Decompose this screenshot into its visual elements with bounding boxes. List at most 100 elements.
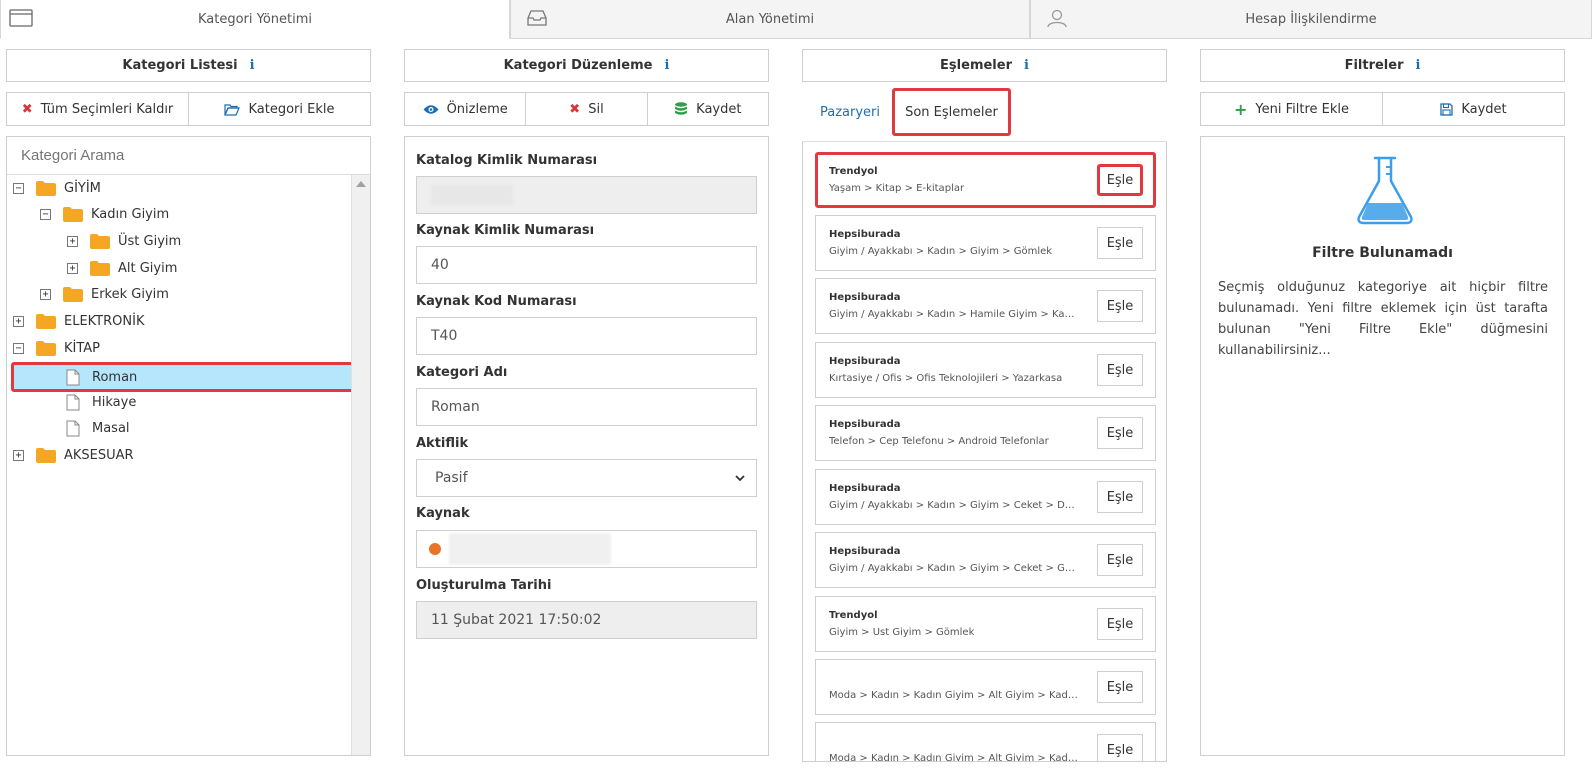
add-filter-button[interactable]: + Yeni Filtre Ekle	[1201, 93, 1383, 125]
tab-account-linking[interactable]: Hesap İlişkilendirme	[1030, 0, 1592, 39]
panel-title: Filtreler	[1344, 58, 1404, 73]
save-filters-label: Kaydet	[1461, 101, 1507, 117]
source-id-label: Kaynak Kimlik Numarası	[416, 223, 595, 238]
delete-label: Sil	[588, 101, 604, 117]
expand-icon[interactable]: +	[13, 449, 24, 461]
match-card: Hepsiburada Giyim / Ayakkabı > Kadın > G…	[815, 469, 1156, 525]
folder-icon	[63, 206, 83, 222]
match-button[interactable]: Eşle	[1097, 290, 1143, 322]
save-filters-button[interactable]: Kaydet	[1383, 93, 1564, 125]
match-path: Telefon > Cep Telefonu > Android Telefon…	[829, 436, 1049, 447]
folder-icon	[90, 233, 110, 249]
database-icon	[674, 101, 688, 117]
tab-category-management[interactable]: Kategori Yönetimi	[0, 0, 510, 39]
match-button[interactable]: Eşle	[1097, 481, 1143, 513]
match-button[interactable]: Eşle	[1097, 417, 1143, 449]
match-path: Moda > Kadın > Kadın Giyim > Alt Giyim >…	[829, 690, 1079, 701]
user-icon	[1045, 8, 1069, 28]
selected-highlight	[11, 362, 357, 392]
collapse-icon[interactable]: −	[13, 342, 24, 354]
tree-node-masal[interactable]: Masal	[66, 415, 130, 441]
save-button[interactable]: Kaydet	[648, 93, 768, 125]
info-icon[interactable]: i	[664, 58, 669, 73]
match-button[interactable]: Eşle	[1097, 734, 1143, 761]
match-path: Giyim / Ayakkabı > Kadın > Hamile Giyim …	[829, 309, 1079, 320]
plus-icon: +	[1234, 99, 1248, 119]
tab-label: Kategori Yönetimi	[197, 11, 313, 27]
match-source: Hepsiburada	[829, 292, 901, 303]
info-icon[interactable]: i	[250, 58, 255, 73]
tree-scrollbar[interactable]	[351, 175, 370, 755]
tree-node-aksesuar[interactable]: + AKSESUAR	[13, 442, 134, 468]
category-edit-form: Katalog Kimlik Numarası Kaynak Kimlik Nu…	[404, 136, 769, 756]
delete-button[interactable]: ✖ Sil	[526, 93, 648, 125]
match-source: Hepsiburada	[829, 419, 901, 430]
expand-icon[interactable]: +	[13, 315, 24, 327]
active-select-value: Pasif	[435, 470, 468, 486]
match-button[interactable]: Eşle	[1097, 227, 1143, 259]
match-source: Trendyol	[829, 166, 878, 177]
match-path: Kırtasiye / Ofis > Ofis Teknolojileri > …	[829, 373, 1063, 384]
tree-node-label: AKSESUAR	[64, 447, 134, 463]
tree-node-label: ELEKTRONİK	[64, 313, 145, 329]
tab-field-management[interactable]: Alan Yönetimi	[510, 0, 1030, 39]
tree-node-label: Roman	[92, 369, 138, 385]
tree-node-label: Kadın Giyim	[91, 206, 170, 222]
tree-node-label: Üst Giyim	[118, 233, 182, 249]
match-source: Hepsiburada	[829, 356, 901, 367]
tab-marketplace[interactable]: Pazaryeri	[820, 88, 880, 136]
preview-button[interactable]: Önizleme	[405, 93, 527, 125]
expand-icon[interactable]: +	[40, 288, 51, 300]
category-search-input[interactable]	[7, 137, 370, 175]
collapse-icon[interactable]: −	[13, 182, 24, 194]
scroll-up-icon[interactable]	[356, 181, 366, 187]
window-icon	[9, 8, 33, 28]
category-tree-box: − GİYİM − Kadın Giyim + Üst Giyim + Alt …	[6, 136, 371, 756]
match-button[interactable]: Eşle	[1097, 671, 1143, 703]
match-button[interactable]: Eşle	[1097, 608, 1143, 640]
category-name-field[interactable]: Roman	[416, 388, 757, 426]
tree-node-kitap[interactable]: − KİTAP	[13, 335, 100, 361]
tab-recent-matches[interactable]: Son Eşlemeler	[892, 88, 1011, 136]
info-icon[interactable]: i	[1415, 58, 1420, 73]
match-path: Yaşam > Kitap > E-kitaplar	[829, 183, 965, 194]
expand-icon[interactable]: +	[67, 262, 78, 274]
created-date-label: Oluşturulma Tarihi	[416, 578, 552, 593]
tree-node-ust-giyim[interactable]: + Üst Giyim	[67, 228, 181, 254]
filters-toolbar: + Yeni Filtre Ekle Kaydet	[1200, 92, 1565, 126]
tab-label: Hesap İlişkilendirme	[1245, 11, 1377, 27]
match-source: Trendyol	[829, 610, 878, 621]
chevron-down-icon	[735, 475, 745, 482]
tree-node-alt-giyim[interactable]: + Alt Giyim	[67, 255, 177, 281]
expand-icon[interactable]: +	[67, 235, 78, 247]
match-source: Hepsiburada	[829, 483, 901, 494]
tree-node-hikaye[interactable]: Hikaye	[66, 389, 136, 415]
tree-node-erkek-giyim[interactable]: + Erkek Giyim	[40, 281, 169, 307]
info-icon[interactable]: i	[1024, 58, 1029, 73]
clear-selections-button[interactable]: ✖ Tüm Seçimleri Kaldır	[7, 93, 189, 125]
tree-node-kadin-giyim[interactable]: − Kadın Giyim	[40, 201, 169, 227]
folder-open-icon	[224, 103, 241, 116]
category-edit-panel: Kategori Düzenleme i Önizleme ✖ Sil Kayd…	[404, 49, 769, 756]
category-name-label: Kategori Adı	[416, 365, 508, 380]
top-tabs: Kategori Yönetimi Alan Yönetimi Hesap İl…	[0, 0, 1592, 39]
collapse-icon[interactable]: −	[40, 208, 51, 220]
close-icon: ✖	[21, 101, 33, 117]
source-code-field[interactable]: T40	[416, 317, 757, 355]
match-button[interactable]: Eşle	[1097, 544, 1143, 576]
active-select[interactable]: Pasif	[416, 459, 757, 497]
match-source: Hepsiburada	[829, 229, 901, 240]
filters-header: Filtreler i	[1200, 49, 1565, 82]
source-id-field[interactable]: 40	[416, 246, 757, 284]
source-field[interactable]	[416, 530, 757, 568]
redacted-value	[449, 533, 611, 565]
match-button[interactable]: Eşle	[1097, 164, 1143, 196]
match-button[interactable]: Eşle	[1097, 354, 1143, 386]
tree-node-roman[interactable]: Roman	[66, 364, 137, 390]
matches-list: Trendyol Yaşam > Kitap > E-kitaplar Eşle…	[802, 142, 1167, 762]
panel-title: Eşlemeler	[940, 58, 1012, 73]
add-category-button[interactable]: Kategori Ekle	[189, 93, 370, 125]
tree-node-giyim[interactable]: − GİYİM	[13, 175, 101, 201]
category-list-panel: Kategori Listesi i ✖ Tüm Seçimleri Kaldı…	[6, 49, 371, 756]
tree-node-elektronik[interactable]: + ELEKTRONİK	[13, 308, 144, 334]
